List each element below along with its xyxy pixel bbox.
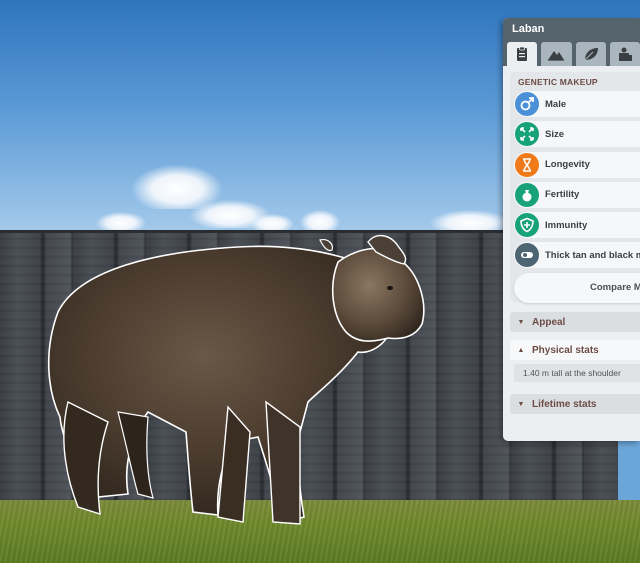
tab-habitat[interactable]	[541, 42, 572, 66]
leaf-icon	[584, 48, 598, 61]
trait-row-fertility[interactable]: Fertility	[514, 181, 640, 208]
fertility-icon	[515, 182, 539, 207]
genetic-makeup-section: GENETIC MAKEUP Male Size Longevity Ferti…	[510, 72, 640, 303]
physical-stats-section-toggle[interactable]: ▲ Physical stats	[510, 340, 640, 360]
trait-label: Male	[545, 98, 567, 110]
trait-row-longevity[interactable]: Longevity	[514, 151, 640, 178]
cloud	[300, 210, 340, 232]
lifetime-stats-label: Lifetime stats	[532, 398, 597, 410]
trait-label: Thick tan and black m	[545, 249, 640, 261]
appeal-label: Appeal	[532, 316, 566, 328]
lifetime-stats-section-toggle[interactable]: ▼ Lifetime stats	[510, 394, 640, 414]
cloud	[96, 212, 146, 232]
panel-title: Laban	[503, 18, 640, 40]
physical-stats-label: Physical stats	[532, 344, 599, 356]
shield-icon	[515, 213, 539, 238]
male-icon	[515, 92, 539, 116]
caret-down-icon: ▼	[517, 400, 525, 408]
tab-food[interactable]	[575, 42, 606, 66]
tab-bar	[503, 40, 640, 66]
toggle-icon	[515, 243, 539, 268]
trait-label: Size	[545, 128, 565, 140]
compare-button[interactable]: Compare M	[514, 272, 640, 303]
toy-icon	[618, 47, 632, 61]
appeal-section-toggle[interactable]: ▼ Appeal	[510, 312, 640, 332]
clipboard-icon	[517, 46, 528, 61]
hourglass-icon	[515, 152, 539, 177]
caret-up-icon: ▲	[517, 346, 525, 354]
genetic-makeup-heading: GENETIC MAKEUP	[518, 77, 598, 87]
tab-info[interactable]	[507, 42, 538, 66]
trait-row-size[interactable]: Size	[514, 121, 640, 148]
trait-row-sex[interactable]: Male	[514, 91, 640, 117]
tab-enrichment[interactable]	[609, 42, 640, 66]
takin-animal[interactable]	[38, 232, 430, 528]
trait-row-immunity[interactable]: Immunity	[514, 212, 640, 239]
caret-down-icon: ▼	[517, 318, 525, 326]
expand-icon	[515, 122, 539, 147]
trait-label: Immunity	[545, 219, 588, 231]
trait-row-coat[interactable]: Thick tan and black m	[514, 242, 640, 269]
animal-info-panel: Laban GENETIC MAKEUP Male Size Longevity…	[503, 18, 640, 441]
trait-label: Fertility	[545, 189, 580, 201]
trait-label: Longevity	[545, 159, 590, 171]
shoulder-height-stat: 1.40 m tall at the shoulder	[514, 364, 640, 382]
mountain-icon	[548, 51, 565, 61]
